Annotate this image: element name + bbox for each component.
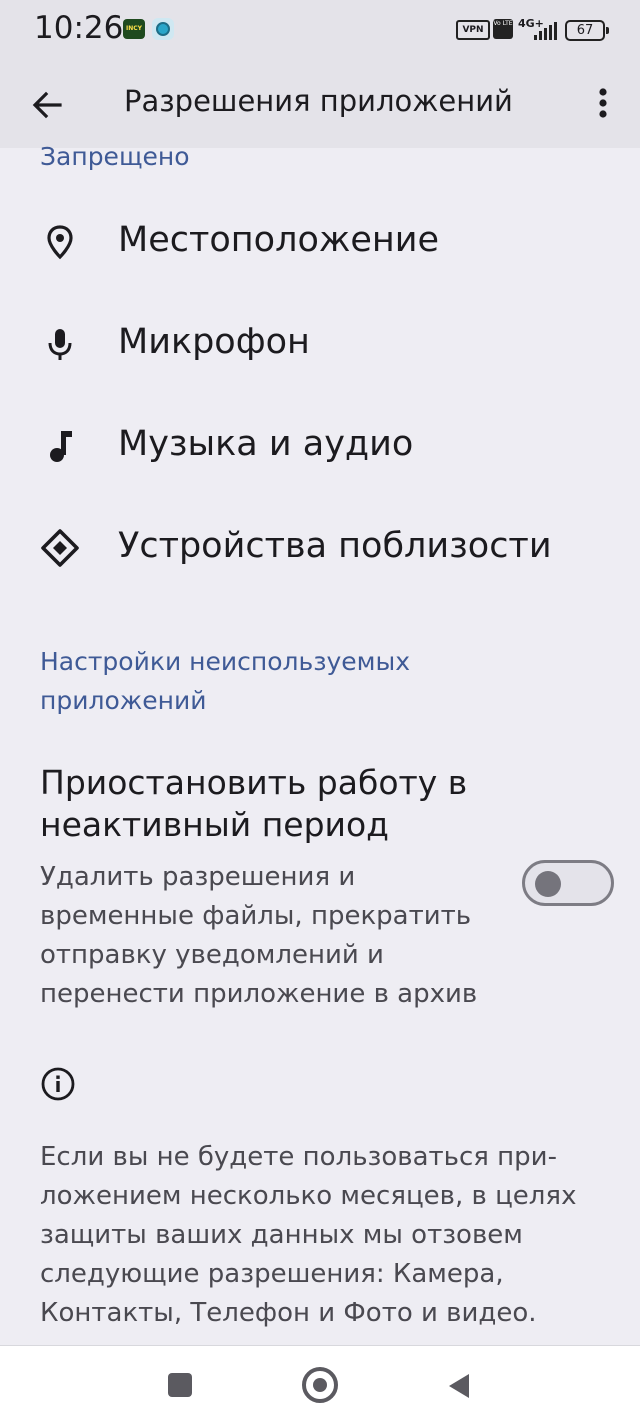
info-text: Если вы не будете пользоваться при­ложен… [40, 1142, 577, 1328]
circle-home-icon[interactable] [302, 1367, 338, 1403]
nearby-devices-icon [40, 528, 80, 568]
section-header-denied: Запрещено [40, 142, 190, 171]
triangle-back-icon[interactable] [445, 1371, 473, 1401]
permission-label: Местоположение [118, 220, 440, 260]
arrow-back-icon[interactable] [24, 82, 70, 128]
microphone-icon [40, 324, 80, 364]
app-bar: Разрешения приложений [0, 62, 640, 148]
notification-app-icon [152, 18, 174, 40]
vpn-icon: VPN [456, 20, 490, 40]
location-pin-icon [40, 222, 80, 262]
permission-item-location[interactable]: Местоположение [0, 191, 640, 291]
battery-icon: 67 [565, 20, 609, 41]
signal-icon [534, 22, 558, 40]
permission-item-microphone[interactable]: Микрофон [0, 293, 640, 393]
volte-icon: Vo LTE [493, 19, 513, 39]
square-recents-icon[interactable] [168, 1373, 192, 1397]
permission-label: Микрофон [118, 322, 310, 362]
page-title: Разрешения приложений [124, 84, 513, 118]
status-bar: 10:26 INCY VPN Vo LTE 4G+ 67 [0, 0, 640, 62]
pause-inactive-summary: Удалить разрешения и временные файлы, пр… [40, 862, 478, 1009]
status-time: 10:26 [34, 10, 124, 46]
permission-item-music-audio[interactable]: Музыка и аудио [0, 395, 640, 495]
info-icon [40, 1066, 76, 1102]
pause-inactive-title[interactable]: Приостановить работу в неактивный период [40, 762, 510, 846]
music-note-icon [40, 426, 80, 466]
more-vert-icon[interactable] [586, 82, 620, 128]
section-header-unused-apps: Настройки неиспользуемых приложений [40, 647, 411, 715]
toggle-thumb [535, 871, 561, 897]
system-nav-bar [0, 1345, 640, 1424]
permission-label: Музыка и аудио [118, 424, 414, 464]
permission-item-nearby-devices[interactable]: Устройства поблизости [0, 497, 640, 597]
incy-app-icon: INCY [123, 19, 145, 39]
pause-inactive-toggle[interactable] [522, 860, 614, 906]
permission-label: Устройства поблизости [118, 526, 552, 566]
